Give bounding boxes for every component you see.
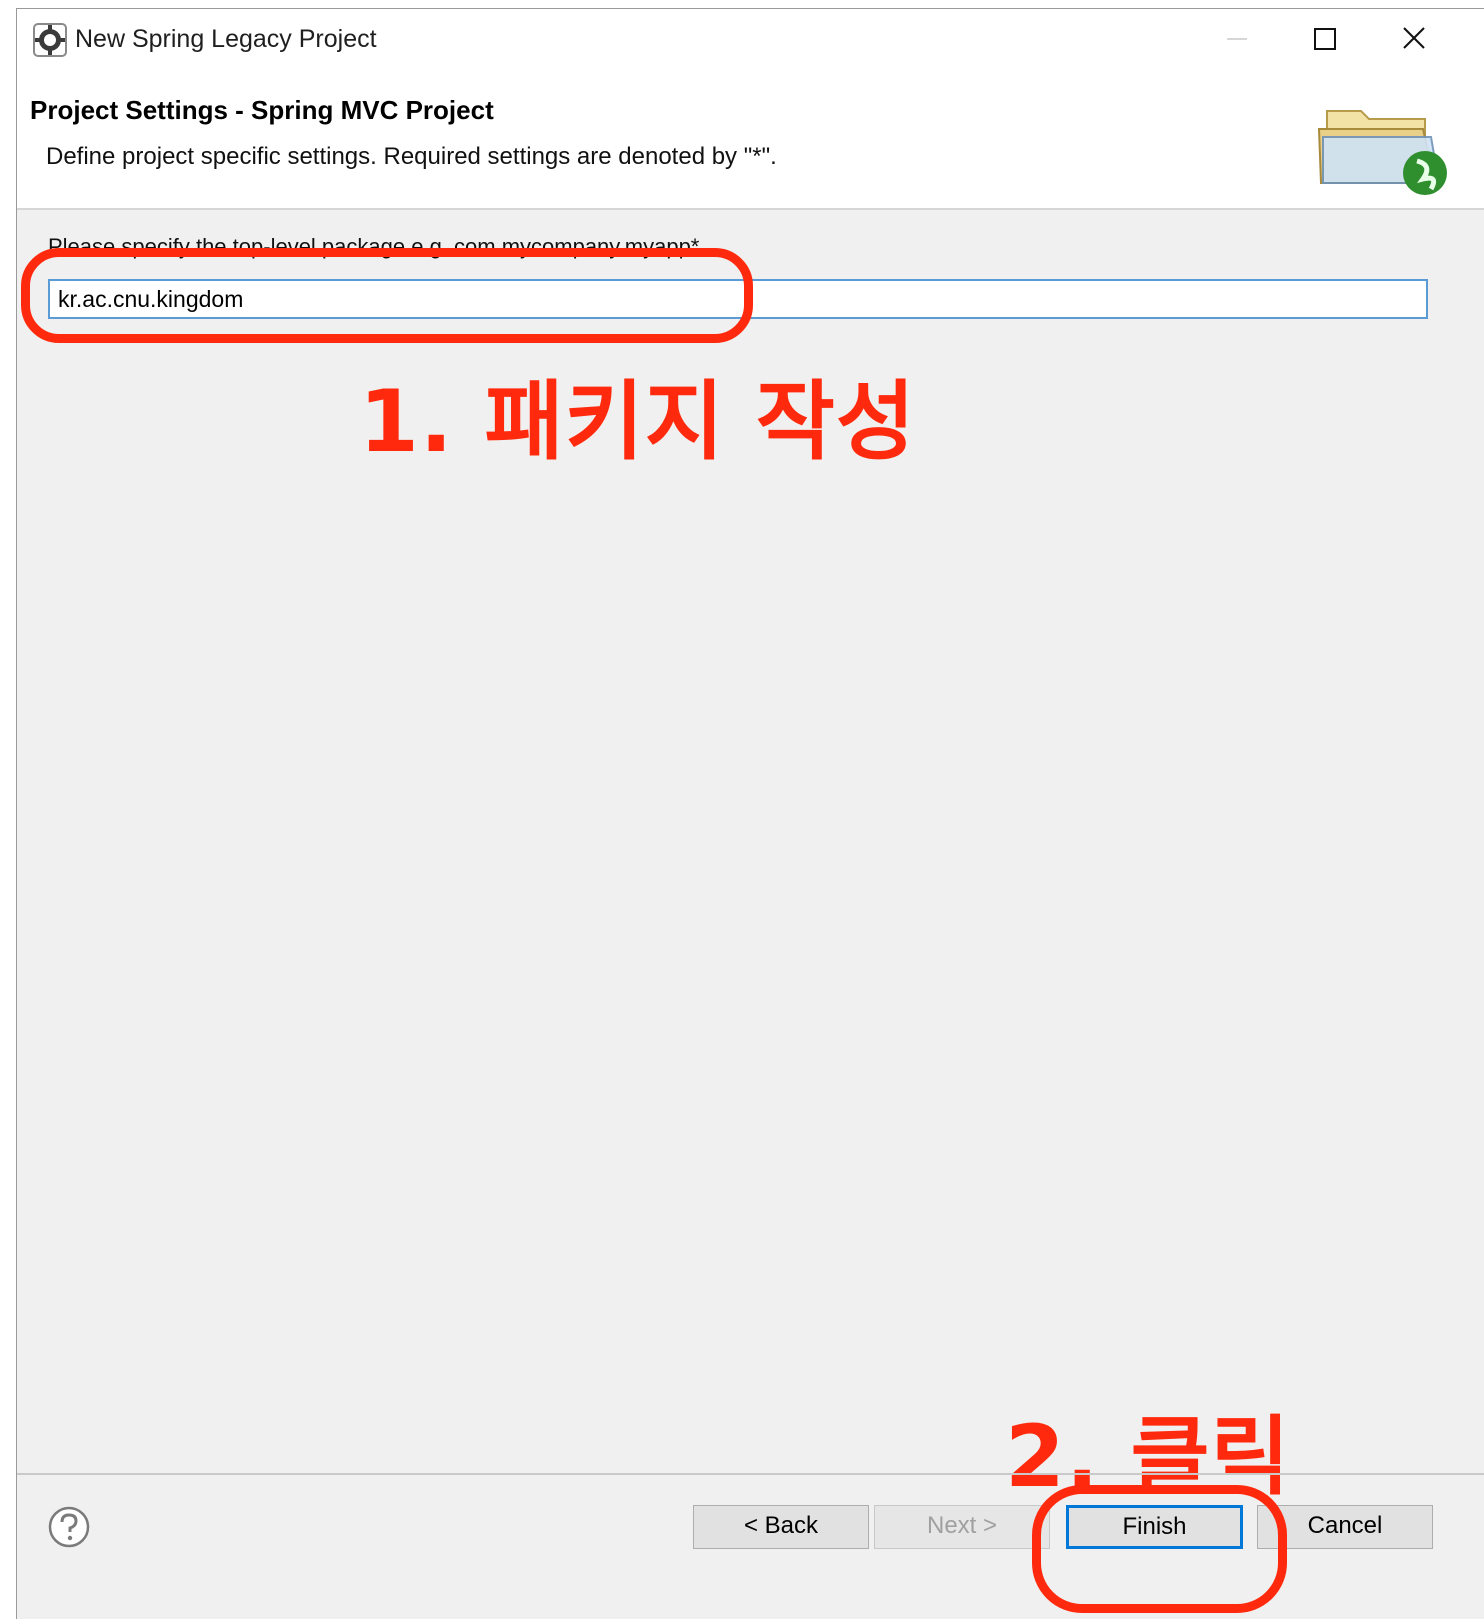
page-description: Define project specific settings. Requir… bbox=[46, 143, 777, 170]
maximize-icon bbox=[1314, 28, 1336, 50]
package-field-label: Please specify the top-level package e.g… bbox=[48, 234, 700, 259]
back-button[interactable]: < Back bbox=[693, 1505, 869, 1549]
title-bar: New Spring Legacy Project bbox=[17, 9, 1484, 71]
close-button[interactable] bbox=[1392, 19, 1436, 59]
help-icon[interactable] bbox=[47, 1505, 91, 1549]
wizard-header: Project Settings - Spring MVC Project De… bbox=[17, 71, 1484, 210]
next-button[interactable]: Next > bbox=[874, 1505, 1050, 1549]
spring-gear-icon bbox=[33, 23, 67, 57]
package-input[interactable] bbox=[48, 279, 1428, 319]
close-icon bbox=[1403, 27, 1425, 49]
maximize-button[interactable] bbox=[1302, 19, 1346, 59]
minimize-button[interactable] bbox=[1215, 19, 1259, 59]
footer-separator bbox=[17, 1473, 1484, 1475]
finish-button[interactable]: Finish bbox=[1066, 1505, 1243, 1549]
annotation-step2: 2. 클릭 bbox=[1005, 1407, 1291, 1507]
dialog-window: New Spring Legacy Project Project Settin… bbox=[16, 8, 1484, 1619]
window-title: New Spring Legacy Project bbox=[75, 25, 377, 53]
annotation-step1: 1. 패키지 작성 bbox=[359, 372, 916, 472]
folder-spring-icon bbox=[1317, 110, 1447, 195]
minimize-icon bbox=[1227, 38, 1247, 40]
page-title: Project Settings - Spring MVC Project bbox=[30, 95, 494, 125]
cancel-button[interactable]: Cancel bbox=[1257, 1505, 1433, 1549]
